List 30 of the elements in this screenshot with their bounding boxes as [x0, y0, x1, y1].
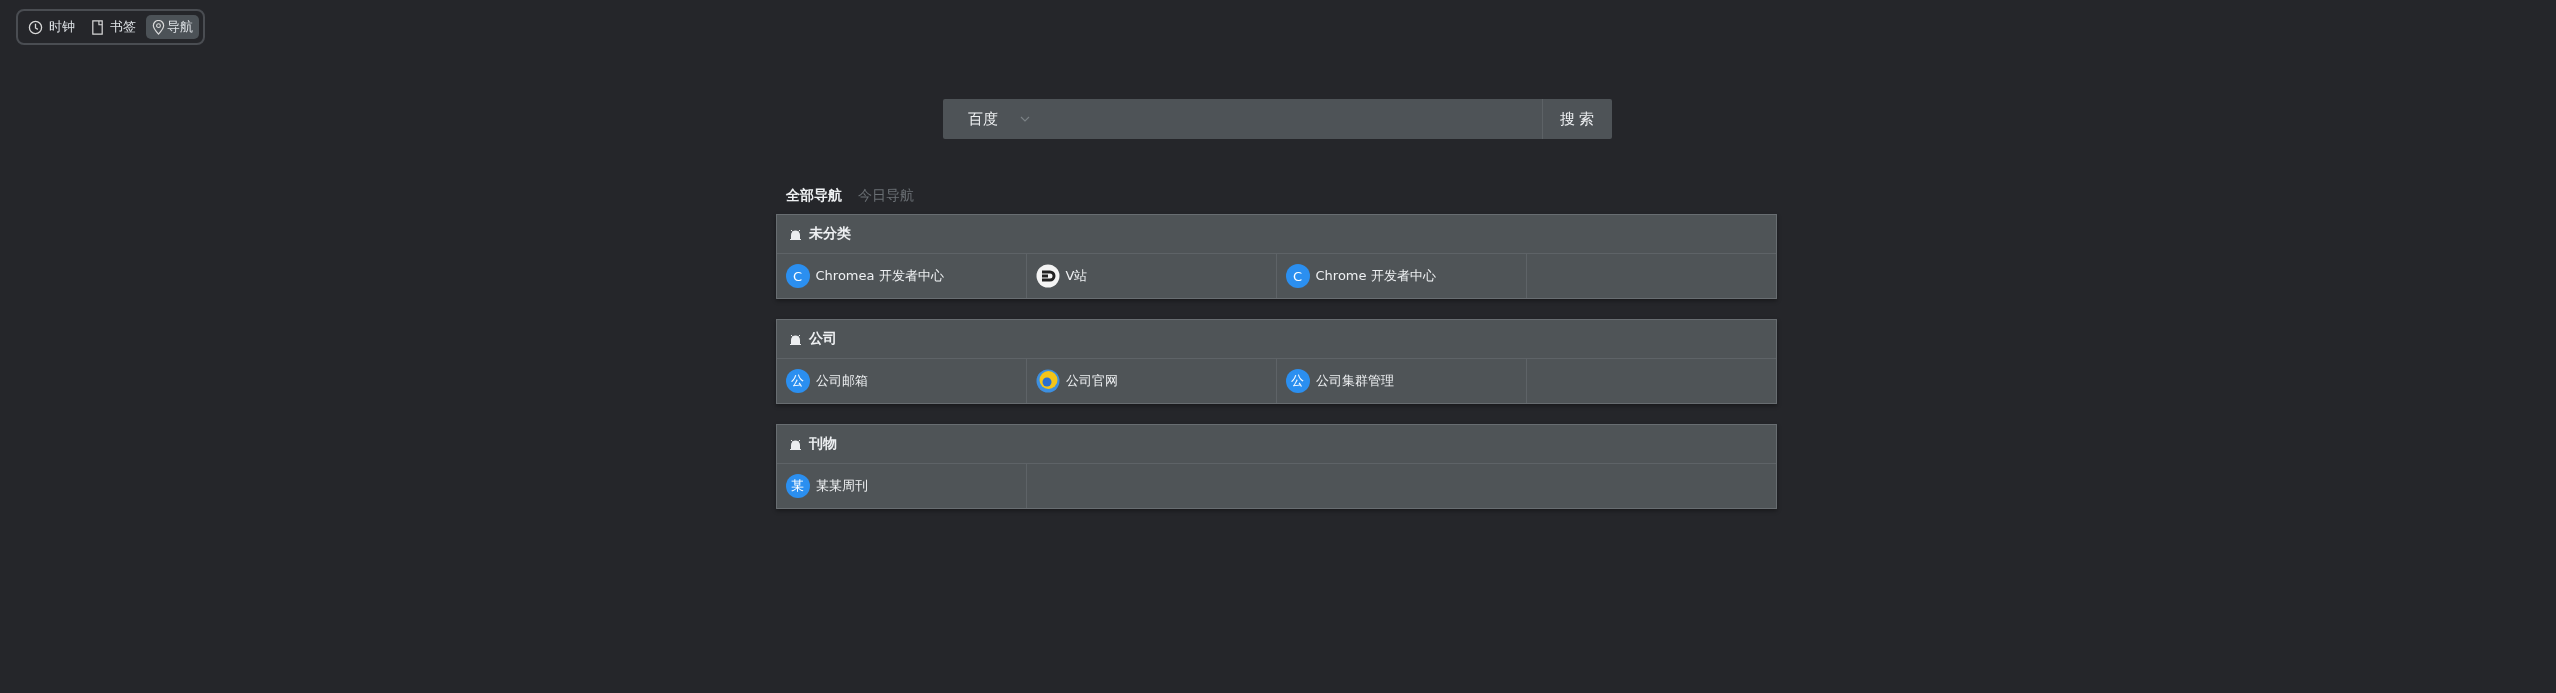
chevron-down-icon	[1019, 116, 1030, 122]
location-pin-icon	[152, 19, 165, 35]
site-avatar: C	[1285, 264, 1310, 288]
site-link[interactable]: 公 公司集群管理	[1276, 359, 1527, 403]
dome-icon	[789, 228, 801, 240]
category-title: 公司	[808, 330, 837, 348]
mode-tab[interactable]: 导航	[146, 15, 199, 39]
site-link[interactable]: C Chromea 开发者中心	[776, 254, 1027, 298]
site-link[interactable]: 某 某某周刊	[776, 464, 1027, 508]
search-button[interactable]: 搜 索	[1541, 99, 1612, 139]
site-avatar: C	[785, 264, 810, 288]
site-link[interactable]: V站	[1026, 254, 1277, 298]
site-avatar: 公	[1285, 369, 1310, 393]
site-avatar: 某	[785, 474, 810, 498]
ring-logo-icon	[1035, 369, 1060, 393]
arrow-logo-icon	[1035, 264, 1060, 288]
category-title: 刊物	[808, 435, 837, 453]
site-link[interactable]: 公 公司邮箱	[776, 359, 1027, 403]
search-engine-dropdown[interactable]: 百度	[942, 99, 1043, 139]
dome-icon	[789, 438, 801, 450]
dome-icon	[789, 333, 801, 345]
nav-tab[interactable]: 全部导航	[781, 182, 846, 209]
mode-tab[interactable]: 时钟	[22, 15, 81, 39]
site-avatar: 公	[785, 369, 810, 393]
site-link[interactable]: C Chrome 开发者中心	[1276, 254, 1527, 298]
page-icon	[91, 19, 104, 35]
mode-tab[interactable]: 书签	[85, 15, 142, 39]
clock-icon	[28, 19, 43, 35]
site-link[interactable]: 公司官网	[1026, 359, 1277, 403]
category-title: 未分类	[808, 225, 851, 243]
